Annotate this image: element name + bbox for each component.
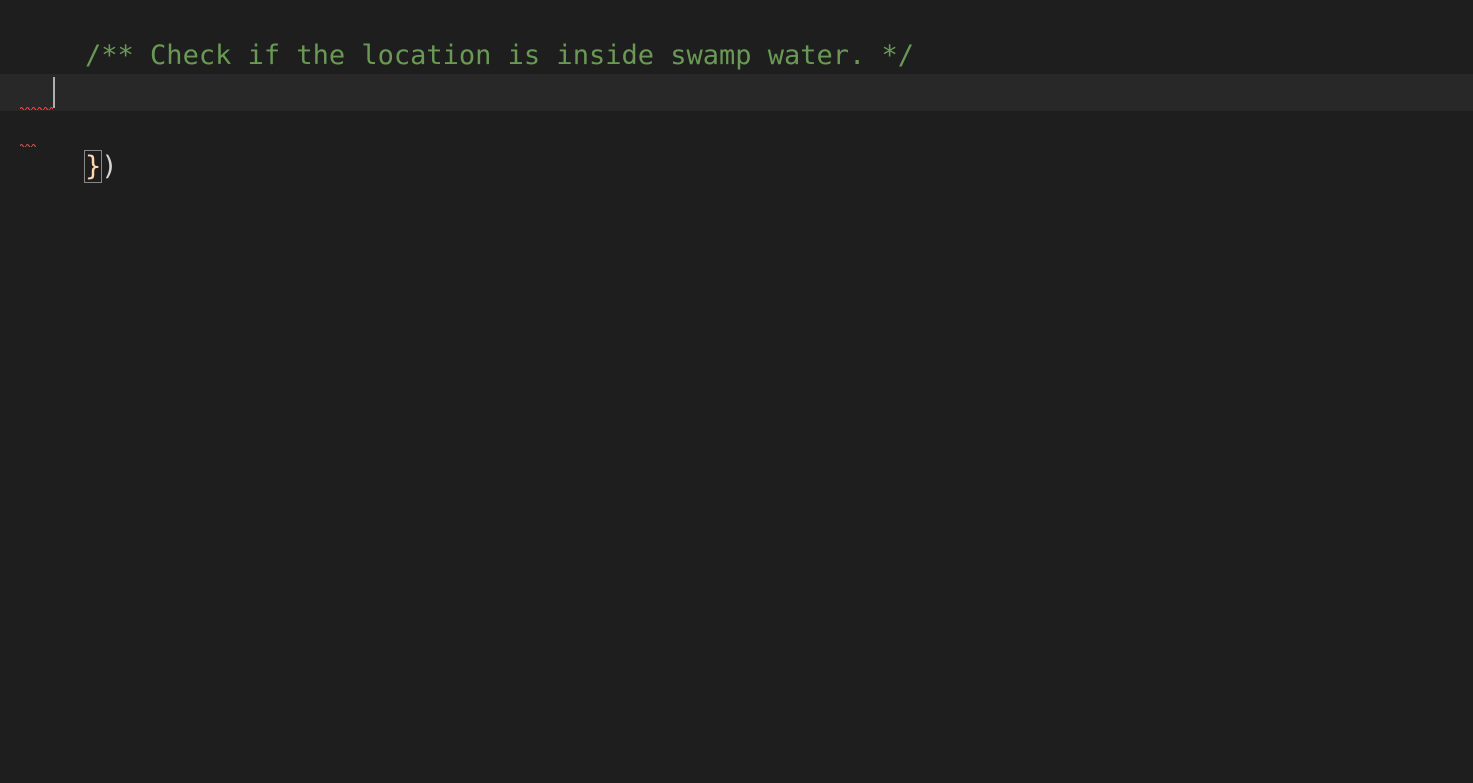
paren-close-token: )	[101, 151, 117, 182]
matching-bracket-close: }	[85, 148, 101, 185]
error-squiggle	[20, 106, 53, 110]
code-line[interactable]: Predicate('in_swamp_water', {	[0, 37, 1473, 74]
code-line[interactable]: /** Check if the location is inside swam…	[0, 0, 1473, 37]
error-squiggle	[20, 143, 36, 147]
code-line-current[interactable]	[0, 74, 1473, 111]
text-cursor	[53, 77, 55, 108]
code-line[interactable]: })	[0, 111, 1473, 148]
code-editor[interactable]: /** Check if the location is inside swam…	[0, 0, 1473, 783]
